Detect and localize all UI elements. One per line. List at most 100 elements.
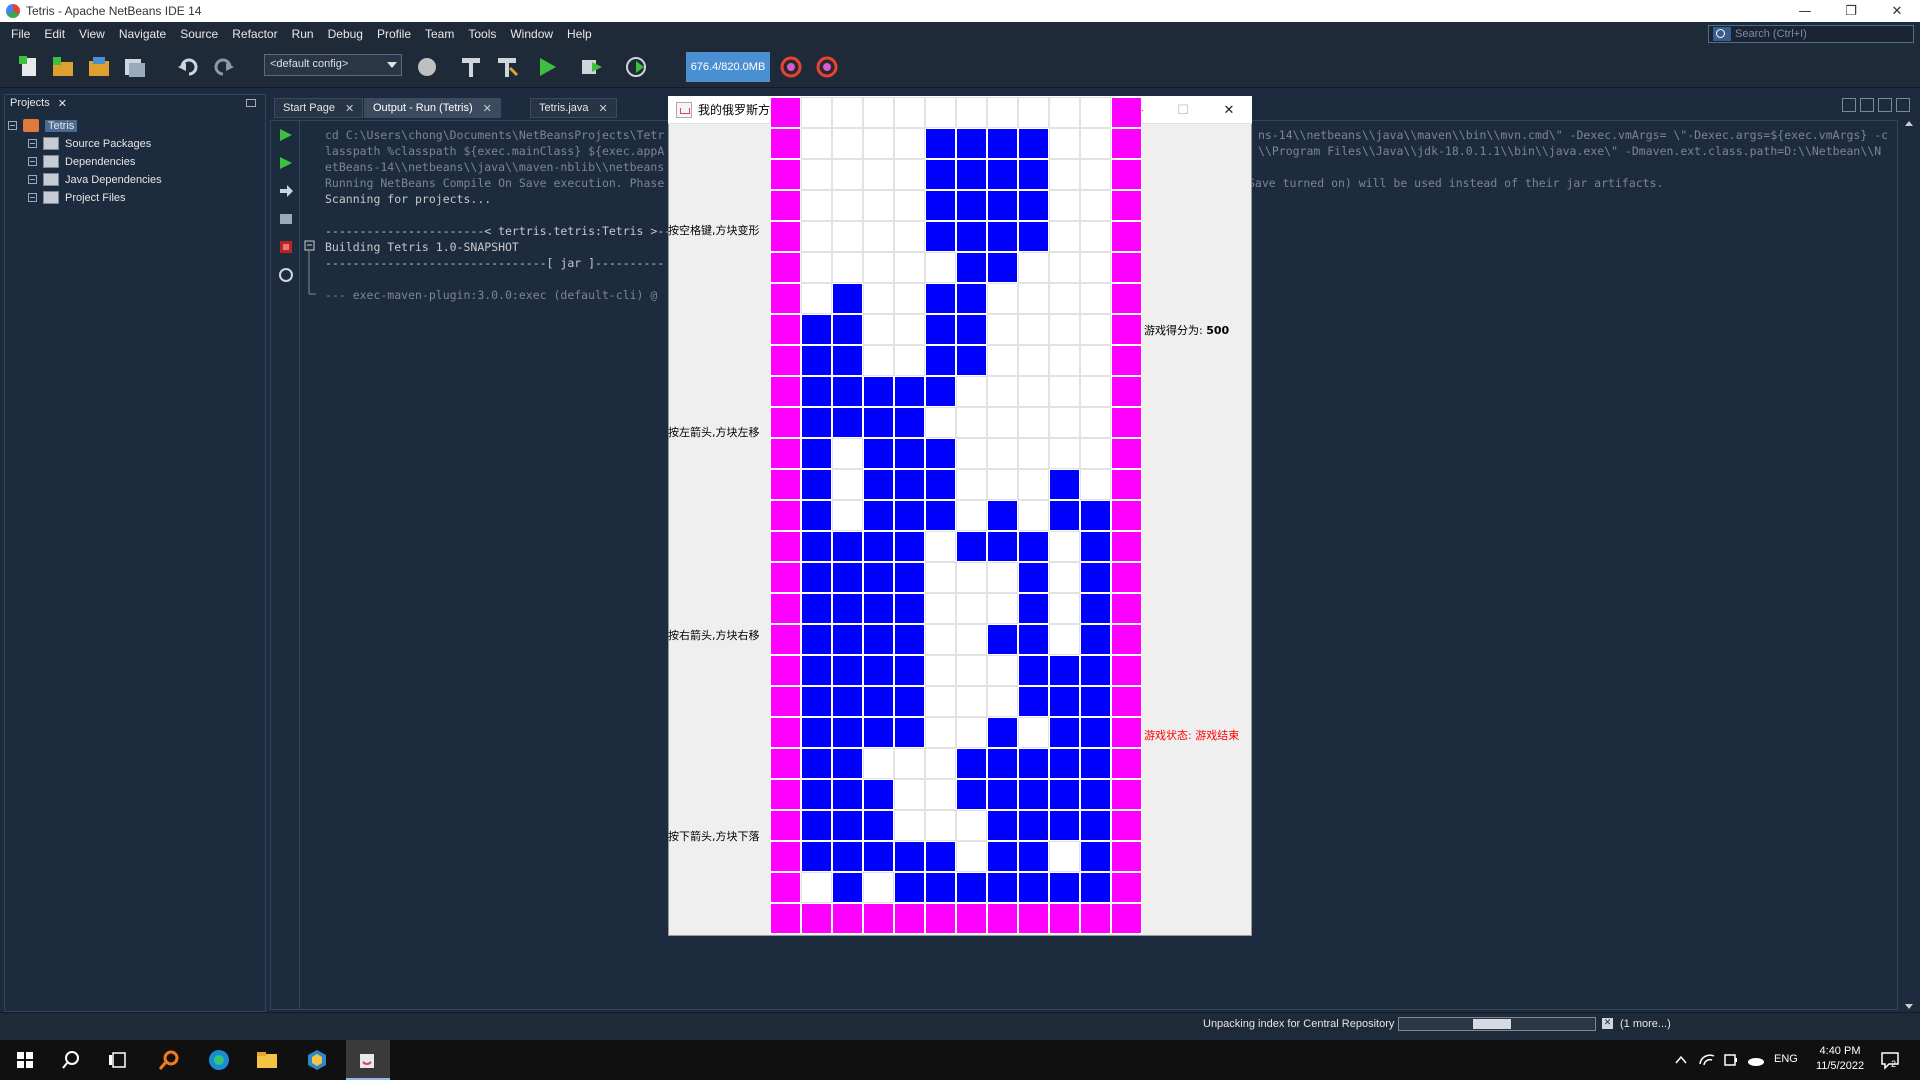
menu-debug[interactable]: Debug bbox=[321, 27, 370, 41]
rerun-with-options-icon[interactable] bbox=[278, 155, 294, 171]
browser-icon[interactable] bbox=[414, 54, 440, 80]
save-all-icon[interactable] bbox=[122, 54, 148, 80]
notification-center-icon[interactable]: 2 bbox=[1880, 1050, 1900, 1070]
redo-icon[interactable] bbox=[210, 54, 236, 80]
profile-icon[interactable] bbox=[624, 54, 650, 80]
block-cell bbox=[925, 376, 956, 407]
scroll-tabs-right-icon[interactable] bbox=[1860, 98, 1874, 112]
maximize-window-icon[interactable] bbox=[1896, 98, 1910, 112]
close-tab-icon[interactable]: ✕ bbox=[599, 102, 608, 115]
wall-cell bbox=[1049, 903, 1080, 934]
wall-cell bbox=[1080, 903, 1111, 934]
tab-projects[interactable]: Projects ✕ bbox=[4, 94, 73, 112]
tree-item-tetris[interactable]: Tetris bbox=[8, 117, 78, 134]
new-project-icon[interactable] bbox=[50, 54, 76, 80]
menu-help[interactable]: Help bbox=[560, 27, 599, 41]
netbeans-taskbar-icon[interactable] bbox=[304, 1048, 330, 1072]
menu-refactor[interactable]: Refactor bbox=[225, 27, 284, 41]
game-close-button[interactable]: ✕ bbox=[1206, 96, 1252, 124]
search-input[interactable]: Search (Ctrl+I) bbox=[1708, 25, 1914, 43]
build-icon[interactable] bbox=[458, 54, 484, 80]
new-file-icon[interactable] bbox=[16, 54, 42, 80]
tab-start-page[interactable]: Start Page ✕ bbox=[274, 98, 364, 118]
search-taskbar-icon[interactable] bbox=[58, 1048, 84, 1072]
close-button[interactable]: ✕ bbox=[1874, 0, 1920, 22]
wifi-icon[interactable] bbox=[1698, 1052, 1716, 1068]
java-app-taskbar-button[interactable] bbox=[346, 1040, 390, 1080]
menu-window[interactable]: Window bbox=[503, 27, 560, 41]
block-cell bbox=[801, 314, 832, 345]
clean-output-icon[interactable] bbox=[278, 267, 294, 283]
collapse-icon[interactable] bbox=[8, 121, 17, 130]
clean-build-icon[interactable] bbox=[494, 54, 520, 80]
expand-icon[interactable] bbox=[28, 139, 37, 148]
windows-start-icon[interactable] bbox=[12, 1048, 38, 1072]
block-cell bbox=[925, 221, 956, 252]
empty-cell bbox=[925, 655, 956, 686]
open-project-icon[interactable] bbox=[86, 54, 112, 80]
expand-icon[interactable] bbox=[28, 175, 37, 184]
block-cell bbox=[832, 531, 863, 562]
menu-navigate[interactable]: Navigate bbox=[112, 27, 173, 41]
tree-item-java-dependencies[interactable]: Java Dependencies bbox=[28, 171, 162, 188]
restore-button[interactable]: ❐ bbox=[1828, 0, 1874, 22]
cancel-task-button[interactable]: ✕ bbox=[1602, 1018, 1613, 1029]
tab-list-icon[interactable] bbox=[1878, 98, 1892, 112]
minimize-button[interactable]: — bbox=[1782, 0, 1828, 22]
wall-cell bbox=[770, 717, 801, 748]
menu-run[interactable]: Run bbox=[285, 27, 321, 41]
more-tasks-link[interactable]: (1 more...) bbox=[1620, 1018, 1671, 1030]
empty-cell bbox=[1080, 159, 1111, 190]
tree-item-source-packages[interactable]: Source Packages bbox=[28, 135, 151, 152]
edge-browser-icon[interactable] bbox=[206, 1048, 232, 1072]
empty-cell bbox=[925, 593, 956, 624]
fold-marker-icon[interactable] bbox=[304, 240, 316, 296]
onedrive-icon[interactable] bbox=[1746, 1052, 1766, 1068]
gc-icon[interactable] bbox=[778, 54, 804, 80]
scroll-tabs-left-icon[interactable] bbox=[1842, 98, 1856, 112]
menu-edit[interactable]: Edit bbox=[37, 27, 72, 41]
undo-icon[interactable] bbox=[176, 54, 202, 80]
tetris-board[interactable] bbox=[770, 97, 1142, 934]
config-dropdown[interactable]: <default config> bbox=[264, 54, 402, 76]
tree-item-project-files[interactable]: Project Files bbox=[28, 189, 126, 206]
block-cell bbox=[956, 779, 987, 810]
tab-tetris-java[interactable]: Tetris.java ✕ bbox=[530, 98, 617, 118]
battery-icon[interactable] bbox=[1722, 1052, 1740, 1068]
memory-indicator[interactable]: 676.4/820.0MB bbox=[686, 52, 770, 82]
step-icon[interactable] bbox=[278, 183, 294, 199]
block-cell bbox=[863, 407, 894, 438]
rerun-icon[interactable] bbox=[278, 127, 294, 143]
close-tab-icon[interactable]: ✕ bbox=[483, 102, 492, 115]
language-indicator[interactable]: ENG bbox=[1774, 1053, 1798, 1065]
empty-cell bbox=[1049, 159, 1080, 190]
task-view-icon[interactable] bbox=[106, 1048, 132, 1072]
wall-cell bbox=[863, 903, 894, 934]
menu-source[interactable]: Source bbox=[173, 27, 225, 41]
stop-icon[interactable] bbox=[278, 239, 294, 255]
chevron-up-icon[interactable] bbox=[1674, 1054, 1688, 1066]
profiler-snapshot-icon[interactable] bbox=[814, 54, 840, 80]
expand-icon[interactable] bbox=[28, 157, 37, 166]
menu-tools[interactable]: Tools bbox=[461, 27, 503, 41]
menu-team[interactable]: Team bbox=[418, 27, 461, 41]
close-tab-icon[interactable]: ✕ bbox=[345, 102, 354, 115]
taskbar bbox=[0, 1040, 1920, 1080]
tree-item-dependencies[interactable]: Dependencies bbox=[28, 153, 135, 170]
block-cell bbox=[801, 841, 832, 872]
file-explorer-icon[interactable] bbox=[254, 1048, 280, 1072]
menu-profile[interactable]: Profile bbox=[370, 27, 418, 41]
debug-icon[interactable] bbox=[578, 54, 604, 80]
search-app-icon[interactable] bbox=[156, 1048, 182, 1072]
close-projects-icon[interactable]: ✕ bbox=[58, 97, 67, 110]
menu-file[interactable]: File bbox=[4, 27, 37, 41]
tab-output-run[interactable]: Output - Run (Tetris) ✕ bbox=[364, 98, 501, 118]
menu-view[interactable]: View bbox=[72, 27, 112, 41]
minimize-panel-icon[interactable] bbox=[246, 99, 256, 107]
output-scrollbar[interactable] bbox=[1902, 120, 1916, 1010]
expand-icon[interactable] bbox=[28, 193, 37, 202]
clock[interactable]: 4:40 PM 11/5/2022 bbox=[1812, 1045, 1868, 1072]
settings-icon[interactable] bbox=[278, 211, 294, 227]
empty-cell bbox=[987, 686, 1018, 717]
run-icon[interactable] bbox=[534, 54, 560, 80]
